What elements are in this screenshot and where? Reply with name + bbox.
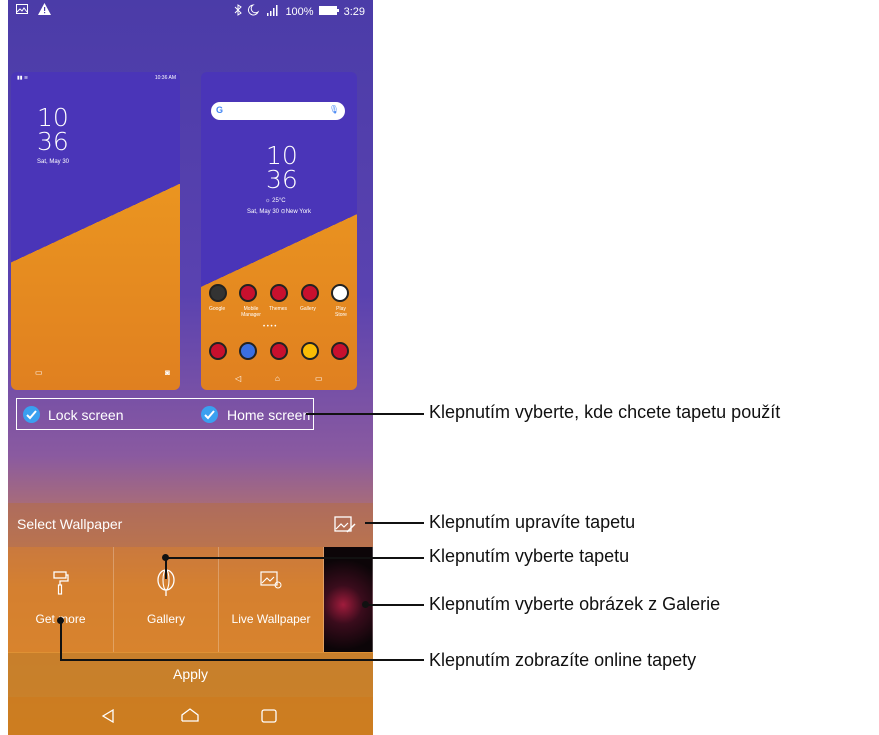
edit-wallpaper-icon[interactable] [334,516,356,539]
mobile-manager-icon [239,284,257,302]
navigation-bar [8,697,373,735]
callout-line-apply-target [306,413,424,415]
status-bar: 100% 3:29 [8,0,373,22]
lock-screen-label: Lock screen [48,407,124,423]
do-not-disturb-icon [247,4,261,19]
wallpaper-source-tiles: Get more Gallery Live Wallpaper [8,547,373,652]
image-notification-icon [16,4,28,17]
app-label-google: Google [209,306,226,312]
back-icon[interactable] [101,708,115,728]
app-label-mobile-manager: Mobile Manager [241,306,261,318]
lock-preview-camera-icon: ◙ [165,368,170,377]
callout-edit-wallpaper: Klepnutím upravíte tapetu [429,512,636,532]
dock-messages-icon [239,342,257,360]
signal-icon [266,4,280,19]
themes-icon [270,284,288,302]
select-wallpaper-title: Select Wallpaper [17,516,123,532]
home-screen-label: Home screen [227,407,311,423]
app-label-themes: Themes [269,306,288,312]
warning-icon [38,3,51,18]
lock-screen-preview[interactable]: ▮▮ ≋ 10:36 AM 10 36 Sat, May 30 ▭ ◙ [11,72,180,390]
live-wallpaper-icon [260,571,282,594]
dock-phone-icon [209,342,227,360]
apply-label: Apply [172,666,209,682]
home-preview-weather: ☼ 25°C [265,198,286,204]
select-wallpaper-bar: Select Wallpaper [8,503,373,547]
lock-preview-signal-icon: ▮▮ ≋ [17,75,29,81]
callout-apply-target: Klepnutím vyberte, kde chcete tapetu pou… [429,402,781,422]
page-indicator-dots: • • • • [263,324,277,330]
dock-camera-icon [331,342,349,360]
home-preview-date-location: Sat, May 30 ⊙New York [247,209,312,215]
dock-settings-icon [270,342,288,360]
preview-back-icon: ◁ [235,374,242,383]
callout-line-gallery [165,557,424,559]
mic-icon: 🎙 [328,105,339,114]
battery-percent: 100% [285,5,314,18]
app-label-play-store: Play Store [335,306,347,318]
live-wallpaper-tile[interactable]: Live Wallpaper [219,547,324,652]
lock-preview-status-time: 10:36 AM [154,75,176,81]
google-logo: G [216,105,224,115]
google-search-bar: G 🎙 [211,102,345,120]
apply-target-selector: Lock screen Home screen [16,398,314,430]
callout-online-wallpapers: Klepnutím zobrazíte online tapety [429,650,697,670]
gallery-thumbnail[interactable] [324,547,373,652]
paint-roller-icon [52,571,69,600]
app-label-gallery: Gallery [300,306,316,312]
lock-preview-date: Sat, May 30 [37,159,70,165]
callout-select-wallpaper: Klepnutím vyberte tapetu [429,546,630,566]
callout-gallery-image: Klepnutím vyberte obrázek z Galerie [429,594,721,614]
callout-line-get-more [60,659,424,661]
battery-icon [318,5,339,18]
gallery-app-icon [301,284,319,302]
live-wallpaper-label: Live Wallpaper [231,612,311,626]
lock-screen-checkbox[interactable] [23,406,40,423]
bluetooth-icon [234,4,243,19]
play-store-icon [331,284,349,302]
home-preview-minute: 36 [266,165,298,194]
callout-stem-get-more [60,620,62,660]
callout-line-edit [365,522,424,524]
gallery-label: Gallery [146,612,185,626]
google-folder-icon [209,284,227,302]
lock-preview-phone-icon: ▭ [35,368,43,377]
home-icon[interactable] [181,708,199,727]
recents-icon[interactable] [261,709,277,728]
phone-screen: 100% 3:29 ▮▮ ≋ 10:36 AM 10 36 Sat, May 3… [8,0,373,735]
home-screen-preview[interactable]: G 🎙 10 36 ☼ 25°C Sat, May 30 ⊙New York G… [201,72,357,390]
callout-line-thumbnail [365,604,424,606]
preview-home-icon: ⌂ [275,374,280,383]
status-time: 3:29 [343,5,365,18]
home-screen-checkbox[interactable] [201,406,218,423]
lock-preview-minute: 36 [37,127,69,156]
preview-recents-icon: ▭ [315,374,323,383]
callout-stem-gallery [165,557,167,579]
dock-chrome-icon [301,342,319,360]
